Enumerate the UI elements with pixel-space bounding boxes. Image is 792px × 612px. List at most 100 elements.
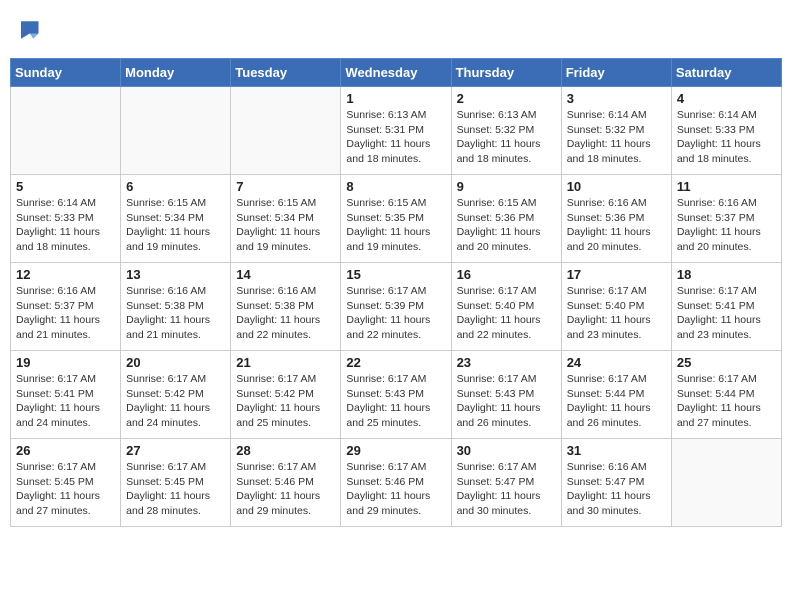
cell-text: Sunset: 5:47 PM	[457, 475, 556, 490]
weekday-header-thursday: Thursday	[451, 59, 561, 87]
calendar-cell	[11, 87, 121, 175]
calendar-cell: 18Sunrise: 6:17 AMSunset: 5:41 PMDayligh…	[671, 263, 781, 351]
day-number: 2	[457, 91, 556, 106]
day-number: 1	[346, 91, 445, 106]
day-number: 16	[457, 267, 556, 282]
cell-text: Sunset: 5:38 PM	[126, 299, 225, 314]
cell-text: Daylight: 11 hours and 28 minutes.	[126, 489, 225, 518]
cell-text: Sunrise: 6:16 AM	[677, 196, 776, 211]
cell-text: Daylight: 11 hours and 30 minutes.	[567, 489, 666, 518]
day-number: 11	[677, 179, 776, 194]
cell-text: Sunset: 5:41 PM	[677, 299, 776, 314]
cell-text: Sunset: 5:34 PM	[126, 211, 225, 226]
day-number: 12	[16, 267, 115, 282]
logo-icon	[14, 16, 42, 44]
cell-text: Daylight: 11 hours and 22 minutes.	[457, 313, 556, 342]
cell-text: Daylight: 11 hours and 25 minutes.	[236, 401, 335, 430]
cell-text: Sunrise: 6:15 AM	[346, 196, 445, 211]
cell-text: Sunset: 5:36 PM	[567, 211, 666, 226]
calendar-cell: 22Sunrise: 6:17 AMSunset: 5:43 PMDayligh…	[341, 351, 451, 439]
cell-text: Sunrise: 6:17 AM	[346, 372, 445, 387]
cell-text: Sunrise: 6:16 AM	[567, 196, 666, 211]
cell-text: Sunset: 5:44 PM	[567, 387, 666, 402]
cell-text: Daylight: 11 hours and 23 minutes.	[567, 313, 666, 342]
day-number: 29	[346, 443, 445, 458]
cell-text: Sunset: 5:44 PM	[677, 387, 776, 402]
cell-text: Sunrise: 6:17 AM	[567, 284, 666, 299]
cell-text: Sunset: 5:33 PM	[16, 211, 115, 226]
cell-text: Daylight: 11 hours and 22 minutes.	[236, 313, 335, 342]
day-number: 31	[567, 443, 666, 458]
cell-text: Sunrise: 6:16 AM	[236, 284, 335, 299]
cell-text: Daylight: 11 hours and 20 minutes.	[677, 225, 776, 254]
cell-text: Daylight: 11 hours and 26 minutes.	[567, 401, 666, 430]
calendar-cell	[121, 87, 231, 175]
cell-text: Sunset: 5:31 PM	[346, 123, 445, 138]
day-number: 6	[126, 179, 225, 194]
day-number: 10	[567, 179, 666, 194]
cell-text: Daylight: 11 hours and 19 minutes.	[346, 225, 445, 254]
calendar-cell: 10Sunrise: 6:16 AMSunset: 5:36 PMDayligh…	[561, 175, 671, 263]
cell-text: Daylight: 11 hours and 20 minutes.	[457, 225, 556, 254]
cell-text: Sunrise: 6:17 AM	[236, 372, 335, 387]
week-row-1: 1Sunrise: 6:13 AMSunset: 5:31 PMDaylight…	[11, 87, 782, 175]
calendar-cell: 27Sunrise: 6:17 AMSunset: 5:45 PMDayligh…	[121, 439, 231, 527]
calendar-cell	[231, 87, 341, 175]
cell-text: Daylight: 11 hours and 18 minutes.	[16, 225, 115, 254]
day-number: 3	[567, 91, 666, 106]
cell-text: Sunset: 5:38 PM	[236, 299, 335, 314]
calendar-cell: 1Sunrise: 6:13 AMSunset: 5:31 PMDaylight…	[341, 87, 451, 175]
day-number: 14	[236, 267, 335, 282]
cell-text: Sunset: 5:32 PM	[457, 123, 556, 138]
cell-text: Daylight: 11 hours and 27 minutes.	[16, 489, 115, 518]
calendar-cell: 24 Sunrise: 6:17 AMSunset: 5:44 PMDayligh…	[561, 351, 671, 439]
cell-text: Sunset: 5:36 PM	[457, 211, 556, 226]
page-header	[10, 10, 782, 50]
cell-text: Sunset: 5:39 PM	[346, 299, 445, 314]
cell-text: Daylight: 11 hours and 29 minutes.	[236, 489, 335, 518]
calendar-cell: 14 Sunrise: 6:16 AMSunset: 5:38 PMDayligh…	[231, 263, 341, 351]
cell-text: Sunset: 5:43 PM	[457, 387, 556, 402]
weekday-header-wednesday: Wednesday	[341, 59, 451, 87]
calendar-cell: 6Sunrise: 6:15 AMSunset: 5:34 PMDaylight…	[121, 175, 231, 263]
cell-text: Sunrise: 6:17 AM	[567, 372, 666, 387]
weekday-header-sunday: Sunday	[11, 59, 121, 87]
cell-text: Sunset: 5:42 PM	[236, 387, 335, 402]
cell-text: Sunset: 5:47 PM	[567, 475, 666, 490]
cell-text: Sunset: 5:42 PM	[126, 387, 225, 402]
day-number: 27	[126, 443, 225, 458]
cell-text: Sunset: 5:43 PM	[346, 387, 445, 402]
cell-text: Sunrise: 6:16 AM	[567, 460, 666, 475]
weekday-header-saturday: Saturday	[671, 59, 781, 87]
calendar-cell: 16Sunrise: 6:17 AMSunset: 5:40 PMDayligh…	[451, 263, 561, 351]
cell-text: Sunrise: 6:17 AM	[457, 460, 556, 475]
cell-text: Sunset: 5:33 PM	[677, 123, 776, 138]
week-row-5: 26Sunrise: 6:17 AMSunset: 5:45 PMDayligh…	[11, 439, 782, 527]
cell-text: Sunset: 5:32 PM	[567, 123, 666, 138]
day-number: 19	[16, 355, 115, 370]
calendar-cell: 23Sunrise: 6:17 AMSunset: 5:43 PMDayligh…	[451, 351, 561, 439]
cell-text: Sunset: 5:46 PM	[346, 475, 445, 490]
calendar-cell: 20Sunrise: 6:17 AMSunset: 5:42 PMDayligh…	[121, 351, 231, 439]
week-row-4: 19Sunrise: 6:17 AMSunset: 5:41 PMDayligh…	[11, 351, 782, 439]
cell-text: Sunset: 5:46 PM	[236, 475, 335, 490]
week-row-3: 12Sunrise: 6:16 AMSunset: 5:37 PMDayligh…	[11, 263, 782, 351]
day-number: 7	[236, 179, 335, 194]
day-number: 13	[126, 267, 225, 282]
calendar-cell: 13Sunrise: 6:16 AMSunset: 5:38 PMDayligh…	[121, 263, 231, 351]
day-number: 4	[677, 91, 776, 106]
cell-text: Sunrise: 6:15 AM	[457, 196, 556, 211]
day-number: 23	[457, 355, 556, 370]
day-number: 9	[457, 179, 556, 194]
weekday-header-monday: Monday	[121, 59, 231, 87]
cell-text: Sunset: 5:34 PM	[236, 211, 335, 226]
day-number: 24	[567, 355, 666, 370]
calendar-cell: 26Sunrise: 6:17 AMSunset: 5:45 PMDayligh…	[11, 439, 121, 527]
cell-text: Sunrise: 6:17 AM	[457, 284, 556, 299]
weekday-header-tuesday: Tuesday	[231, 59, 341, 87]
cell-text: Sunrise: 6:16 AM	[16, 284, 115, 299]
day-number: 8	[346, 179, 445, 194]
cell-text: Sunrise: 6:17 AM	[126, 372, 225, 387]
calendar-cell: 8Sunrise: 6:15 AMSunset: 5:35 PMDaylight…	[341, 175, 451, 263]
calendar-cell: 19Sunrise: 6:17 AMSunset: 5:41 PMDayligh…	[11, 351, 121, 439]
